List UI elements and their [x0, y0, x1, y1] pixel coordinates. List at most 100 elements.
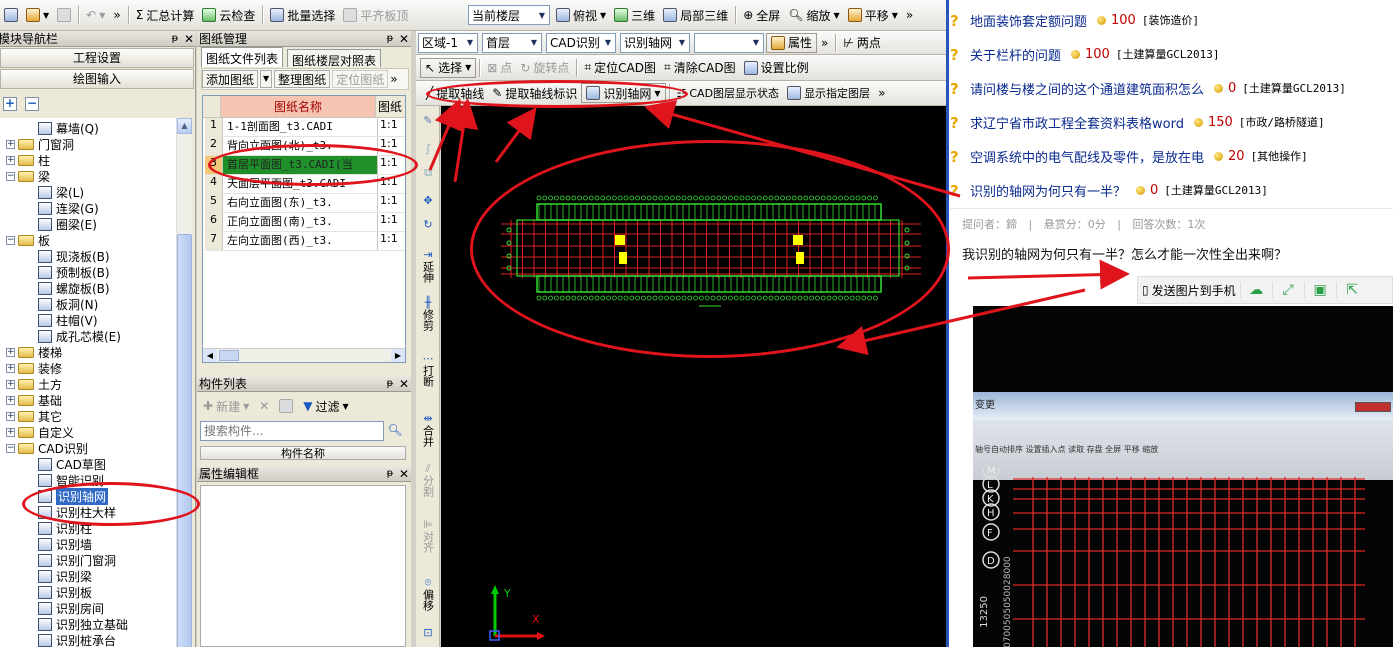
select-button[interactable]: ↖ 选择 ▼ [420, 57, 477, 78]
drawing-name-cell[interactable]: 1-1剖面图_t3.CADI [223, 118, 378, 136]
table-row[interactable]: 1 1-1剖面图_t3.CADI 1:1 [205, 118, 405, 137]
table-row[interactable]: 7 左向立面图(西)_t3. 1:1 [205, 232, 405, 251]
project-settings-button[interactable]: 工程设置 [0, 48, 194, 68]
blank-select[interactable]: ▼ [694, 32, 764, 53]
question-link[interactable]: 地面装饰套定额问题 [970, 11, 1087, 30]
cloud-check-button[interactable]: 云检查 [198, 4, 259, 26]
properties-button[interactable]: 属性 [766, 32, 818, 53]
scroll-left-arrow[interactable]: ◀ [203, 349, 217, 362]
extend-tool[interactable]: ⇥ 延伸 [418, 248, 438, 283]
drawing-name-cell[interactable]: 正向立面图(南)_t3. [223, 213, 378, 231]
question-category[interactable]: [其他操作] [1251, 148, 1308, 164]
nav-tree-item[interactable]: 连梁(G) [38, 200, 99, 216]
close-icon[interactable]: ✕ [182, 32, 196, 46]
nav-tree-scrollbar[interactable]: ▲ [176, 118, 192, 647]
save-button[interactable] [53, 4, 75, 26]
add-drawing-button[interactable]: 添加图纸 [202, 70, 259, 88]
cad-layer-display-button[interactable]: ☷ CAD图层显示状态 [673, 82, 784, 104]
nav-tree-item[interactable]: + 其它 [6, 408, 62, 424]
more-tool[interactable]: ⊡ [418, 626, 438, 639]
three-d-button[interactable]: 三维 [610, 4, 659, 26]
scroll-thumb[interactable] [177, 234, 192, 647]
pin-icon[interactable]: ᵽ [168, 33, 182, 44]
nav-tree-item[interactable]: 圈梁(E) [38, 216, 97, 232]
nav-tree-item[interactable]: 识别墙 [38, 536, 92, 552]
scale-cell[interactable]: 1:1 [378, 194, 405, 212]
tab-drawing-files[interactable]: 图纸文件列表 [201, 47, 284, 67]
pan-button[interactable]: 平移 ▼ [844, 4, 902, 26]
region-select[interactable]: 区域-1 ▼ [418, 32, 478, 53]
pin-icon[interactable]: ᵽ [383, 378, 397, 389]
view-button[interactable]: 俯视 ▼ [552, 4, 610, 26]
offset-tool[interactable]: ⌾ 偏移 [418, 576, 438, 611]
merge-tool[interactable]: ⇹ 合并 [418, 412, 438, 447]
nav-tree-item[interactable]: 识别梁 [38, 568, 92, 584]
nav-tree-item[interactable]: 识别独立基础 [38, 616, 128, 632]
fullscreen-button[interactable]: ⊕ 全屏 [739, 4, 784, 26]
collapse-all-button[interactable]: − [25, 97, 39, 111]
cloud-icon[interactable]: ☁ [1239, 282, 1272, 298]
drawing-name-cell[interactable]: 右向立面图(东)_t3. [223, 194, 378, 212]
set-scale-button[interactable]: 设置比例 [740, 57, 813, 79]
table-row[interactable]: 6 正向立面图(南)_t3. 1:1 [205, 213, 405, 232]
close-icon[interactable]: ✕ [397, 467, 411, 481]
table-row[interactable]: 5 右向立面图(东)_t3. 1:1 [205, 194, 405, 213]
toolbar-overflow-1[interactable]: » [109, 4, 124, 26]
align-tool[interactable]: ⊫ 对齐 [418, 518, 438, 553]
two-point-button[interactable]: ⊬ 两点 [839, 32, 884, 54]
nav-tree-item[interactable]: 识别桩承台 [38, 632, 116, 647]
nav-tree-item[interactable]: + 装修 [6, 360, 62, 376]
expand-icon[interactable]: + [6, 139, 15, 149]
nav-tree-item[interactable]: 成孔芯模(E) [38, 328, 121, 344]
nav-tree-item[interactable]: + 土方 [6, 376, 62, 392]
collapse-icon[interactable]: − [6, 443, 15, 453]
question-category[interactable]: [装饰造价] [1142, 12, 1199, 28]
new-file-button[interactable] [0, 4, 22, 26]
expand-icon[interactable]: ⤢ [1271, 282, 1304, 298]
toolbar-overflow-5[interactable]: » [874, 82, 889, 104]
scale-cell[interactable]: 1:1 [378, 213, 405, 231]
question-category[interactable]: [土建算量GCL2013] [1164, 182, 1268, 198]
break-tool[interactable]: ⋯ 打断 [418, 352, 438, 387]
local-3d-button[interactable]: 局部三维 [659, 4, 732, 26]
scale-cell[interactable]: 1:1 [378, 232, 405, 250]
nav-tree-item[interactable]: 预制板(B) [38, 264, 110, 280]
trim-tool[interactable]: ╫ 修剪 [418, 296, 438, 331]
nav-tree-item[interactable]: − 板 [6, 232, 50, 248]
scroll-up-arrow[interactable]: ▲ [177, 118, 192, 134]
col-scale[interactable]: 图纸 [376, 96, 405, 117]
pin-icon[interactable]: ᵽ [383, 33, 397, 44]
scroll-right-arrow[interactable]: ▶ [391, 349, 405, 362]
nav-tree-item[interactable]: − CAD识别 [6, 440, 88, 456]
expand-icon[interactable]: + [6, 363, 15, 373]
rotate-point-button[interactable]: ↻ 旋转点 [516, 57, 573, 79]
draw-input-button[interactable]: 绘图输入 [0, 69, 194, 89]
nav-tree-item[interactable]: + 柱 [6, 152, 50, 168]
sum-calc-button[interactable]: Σ 汇总计算 [132, 4, 199, 26]
nav-tree-item[interactable]: 螺旋板(B) [38, 280, 110, 296]
move-tool[interactable]: ✥ [418, 194, 438, 207]
nav-tree-item[interactable]: 板洞(N) [38, 296, 98, 312]
organize-drawing-button[interactable]: 整理图纸 [274, 70, 331, 88]
question-link[interactable]: 识别的轴网为何只有一半？ [970, 181, 1126, 200]
split-tool[interactable]: ⫽ 分割 [418, 462, 438, 497]
current-floor-select[interactable]: 当前楼层 ▼ [468, 5, 550, 25]
scroll-thumb[interactable] [219, 350, 239, 361]
component-search-field[interactable]: 搜索构件... [200, 421, 384, 441]
batch-select-button[interactable]: 批量选择 [266, 4, 339, 26]
floor-select[interactable]: 首层 ▼ [482, 32, 542, 53]
nav-tree-item[interactable]: + 门窗洞 [6, 136, 74, 152]
close-icon[interactable]: ✕ [397, 377, 411, 391]
filter-button[interactable]: ▼ 过滤 ▼ [299, 395, 352, 417]
rotate-tool[interactable]: ↻ [418, 218, 438, 231]
nav-tree-item[interactable]: 识别房间 [38, 600, 104, 616]
expand-icon[interactable]: + [6, 155, 15, 165]
expand-icon[interactable]: + [6, 395, 15, 405]
expand-icon[interactable]: + [6, 427, 15, 437]
nav-tree-item[interactable]: 识别板 [38, 584, 92, 600]
expand-icon[interactable]: + [6, 347, 15, 357]
copy-tool[interactable]: ⧉ [418, 166, 438, 179]
open-file-button[interactable]: ▼ [22, 4, 53, 26]
save-image-icon[interactable]: ▣ [1303, 282, 1336, 298]
question-link[interactable]: 空调系统中的电气配线及零件，是放在电 [970, 147, 1204, 166]
